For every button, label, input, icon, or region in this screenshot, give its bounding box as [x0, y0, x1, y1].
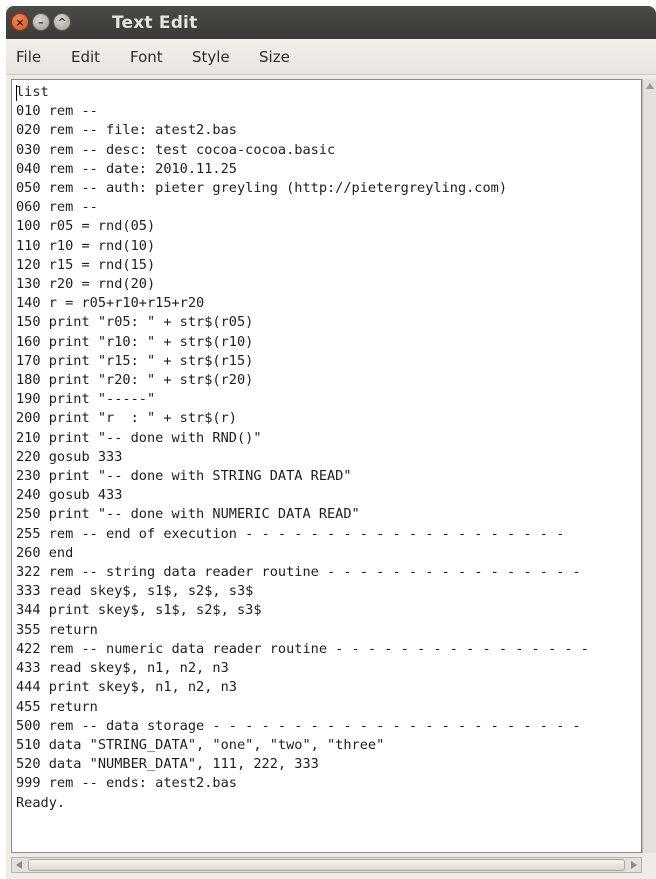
- text-caret: [16, 85, 17, 101]
- title-bar[interactable]: × – ^ Text Edit: [6, 6, 656, 39]
- maximize-icon[interactable]: ^: [53, 13, 71, 31]
- scroll-left-icon[interactable]: [16, 861, 22, 869]
- menu-file[interactable]: File: [16, 48, 41, 66]
- menu-size[interactable]: Size: [259, 48, 290, 66]
- minimize-icon[interactable]: –: [32, 13, 50, 31]
- editor-content[interactable]: list 010 rem -- 020 rem -- file: atest2.…: [16, 83, 589, 813]
- window-title: Text Edit: [112, 13, 198, 33]
- scroll-up-icon[interactable]: [646, 83, 654, 89]
- close-icon[interactable]: ×: [11, 13, 29, 31]
- horizontal-scroll-thumb[interactable]: [28, 859, 625, 871]
- menu-bar: File Edit Font Style Size: [6, 39, 656, 75]
- close-glyph: ×: [15, 15, 25, 29]
- text-edit-window: × – ^ Text Edit File Edit Font Style Siz…: [6, 6, 656, 879]
- maximize-glyph: ^: [57, 15, 67, 29]
- menu-edit[interactable]: Edit: [71, 48, 100, 66]
- horizontal-scrollbar[interactable]: [11, 857, 642, 873]
- menu-style[interactable]: Style: [192, 48, 230, 66]
- minimize-glyph: –: [38, 15, 44, 29]
- menu-font[interactable]: Font: [130, 48, 163, 66]
- vertical-scrollbar[interactable]: [642, 79, 656, 853]
- scroll-right-icon[interactable]: [631, 861, 637, 869]
- text-editor[interactable]: list 010 rem -- 020 rem -- file: atest2.…: [11, 79, 642, 853]
